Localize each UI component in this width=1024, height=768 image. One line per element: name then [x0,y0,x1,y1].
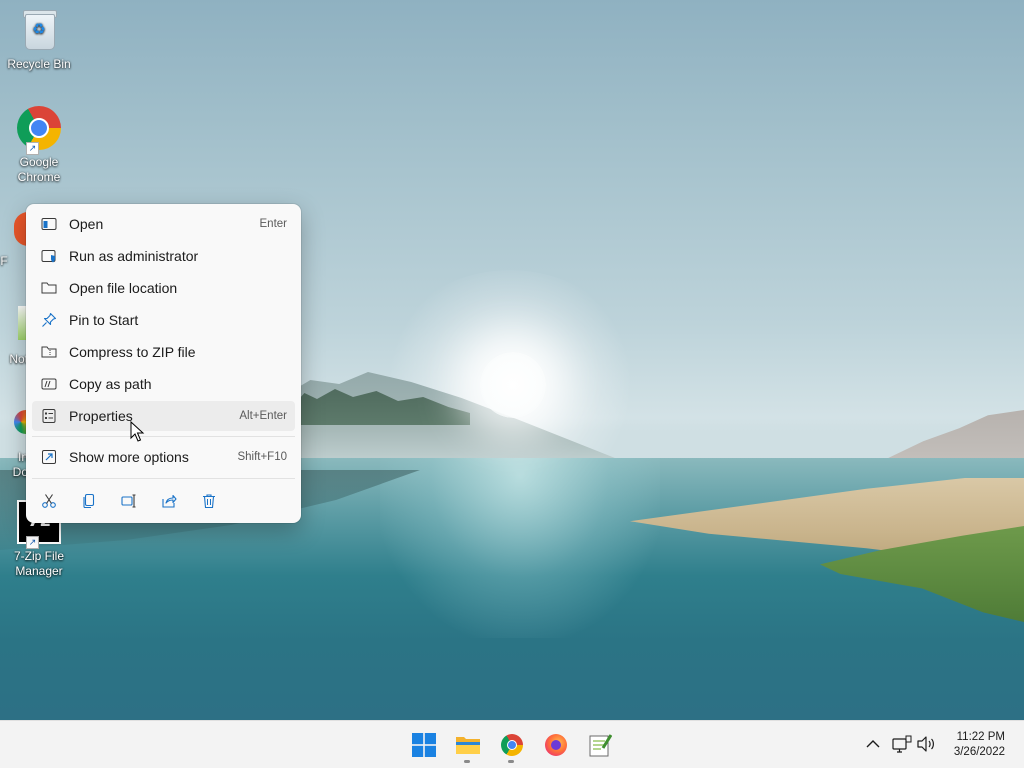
menu-item-show-more-options[interactable]: Show more options Shift+F10 [32,442,295,472]
menu-item-label: Show more options [69,449,189,465]
open-window-icon [41,218,57,230]
network-icon[interactable] [890,733,912,755]
menu-item-label: Open file location [69,280,178,296]
lake-glow [380,458,660,638]
desktop-icon-label: Not [9,352,28,366]
copy-path-icon [41,378,57,390]
menu-item-open-file-location[interactable]: Open file location [32,273,295,303]
taskbar-file-explorer[interactable] [448,725,488,765]
zip-folder-icon [41,346,57,358]
shortcut-arrow-icon: ↗ [26,536,39,549]
right-hills [880,410,1024,462]
desktop-icon-label: Google Chrome [17,155,61,184]
properties-icon [42,409,56,423]
shortcut-arrow-icon: ↗ [26,142,39,155]
desktop-icon-label: In [17,450,28,464]
menu-item-shortcut: Shift+F10 [237,451,287,463]
cut-button[interactable] [35,489,63,513]
desktop-icon-label: Do [12,465,28,479]
desktop-icon-google-chrome[interactable]: ↗ Google Chrome [0,106,78,185]
copy-icon [83,493,95,509]
copy-button[interactable] [75,489,103,513]
shield-window-icon [41,250,56,263]
menu-item-shortcut: Enter [259,218,288,230]
file-explorer-icon [456,737,480,754]
more-options-icon [42,450,56,464]
menu-item-copy-as-path[interactable]: Copy as path [32,369,295,399]
start-icon [412,733,436,757]
menu-separator [32,478,295,479]
menu-item-label: Copy as path [69,376,152,392]
taskbar-clock[interactable]: 11:22 PM 3/26/2022 [954,730,1005,760]
taskbar-chrome[interactable] [492,725,532,765]
clock-time: 11:22 PM [956,731,1005,743]
notepad-plus-icon [589,734,612,757]
menu-item-properties[interactable]: Properties Alt+Enter [32,401,295,431]
menu-item-compress-to-zip[interactable]: Compress to ZIP file [32,337,295,367]
menu-item-label: Pin to Start [69,312,139,328]
rename-button[interactable] [115,489,143,513]
menu-item-label: Open [69,216,104,232]
rename-icon [121,494,136,508]
desktop-icon-partial-2[interactable]: Not [0,352,28,367]
taskbar-firefox[interactable] [536,725,576,765]
desktop-icon-label: 7-Zip File Manager [13,549,64,578]
menu-item-run-as-administrator[interactable]: Run as administrator [32,241,295,271]
menu-item-label: Compress to ZIP file [69,344,196,360]
desktop-icon-label: Recycle Bin [7,57,71,71]
recycle-bin-icon: ♻ [16,8,62,54]
taskbar: 11:22 PM 3/26/2022 [0,720,1024,768]
desktop-icon-partial-1[interactable]: F [0,254,24,269]
sun [480,352,546,418]
menu-item-shortcut: Alt+Enter [239,410,287,422]
firefox-icon [545,734,567,756]
delete-icon [203,494,215,509]
folder-icon [41,282,57,294]
menu-item-pin-to-start[interactable]: Pin to Start [32,305,295,335]
pin-icon [42,312,57,327]
share-button[interactable] [155,489,183,513]
delete-button[interactable] [195,489,223,513]
mouse-cursor [130,421,145,442]
chevron-up-icon[interactable] [862,733,884,755]
menu-item-label: Properties [69,408,133,424]
volume-icon[interactable] [915,733,937,755]
running-indicator [508,760,514,763]
desktop-icon-partial-3[interactable]: In Do [0,450,28,480]
desktop-icon-recycle-bin[interactable]: ♻ Recycle Bin [0,8,78,72]
share-icon [162,494,177,508]
context-menu: Open Enter Run as administrator Open fil… [26,204,301,523]
running-indicator [464,760,470,763]
menu-action-bar [32,487,295,515]
chrome-icon: ↗ [16,106,62,155]
desktop-icon-label: F [0,254,8,268]
taskbar-notepad-plus-plus[interactable] [580,725,620,765]
chrome-icon [501,734,523,756]
menu-separator [32,436,295,437]
clock-date: 3/26/2022 [953,746,1005,758]
menu-item-open[interactable]: Open Enter [32,209,295,239]
menu-item-label: Run as administrator [69,248,199,264]
cut-icon [42,494,56,508]
start-button[interactable] [404,725,444,765]
